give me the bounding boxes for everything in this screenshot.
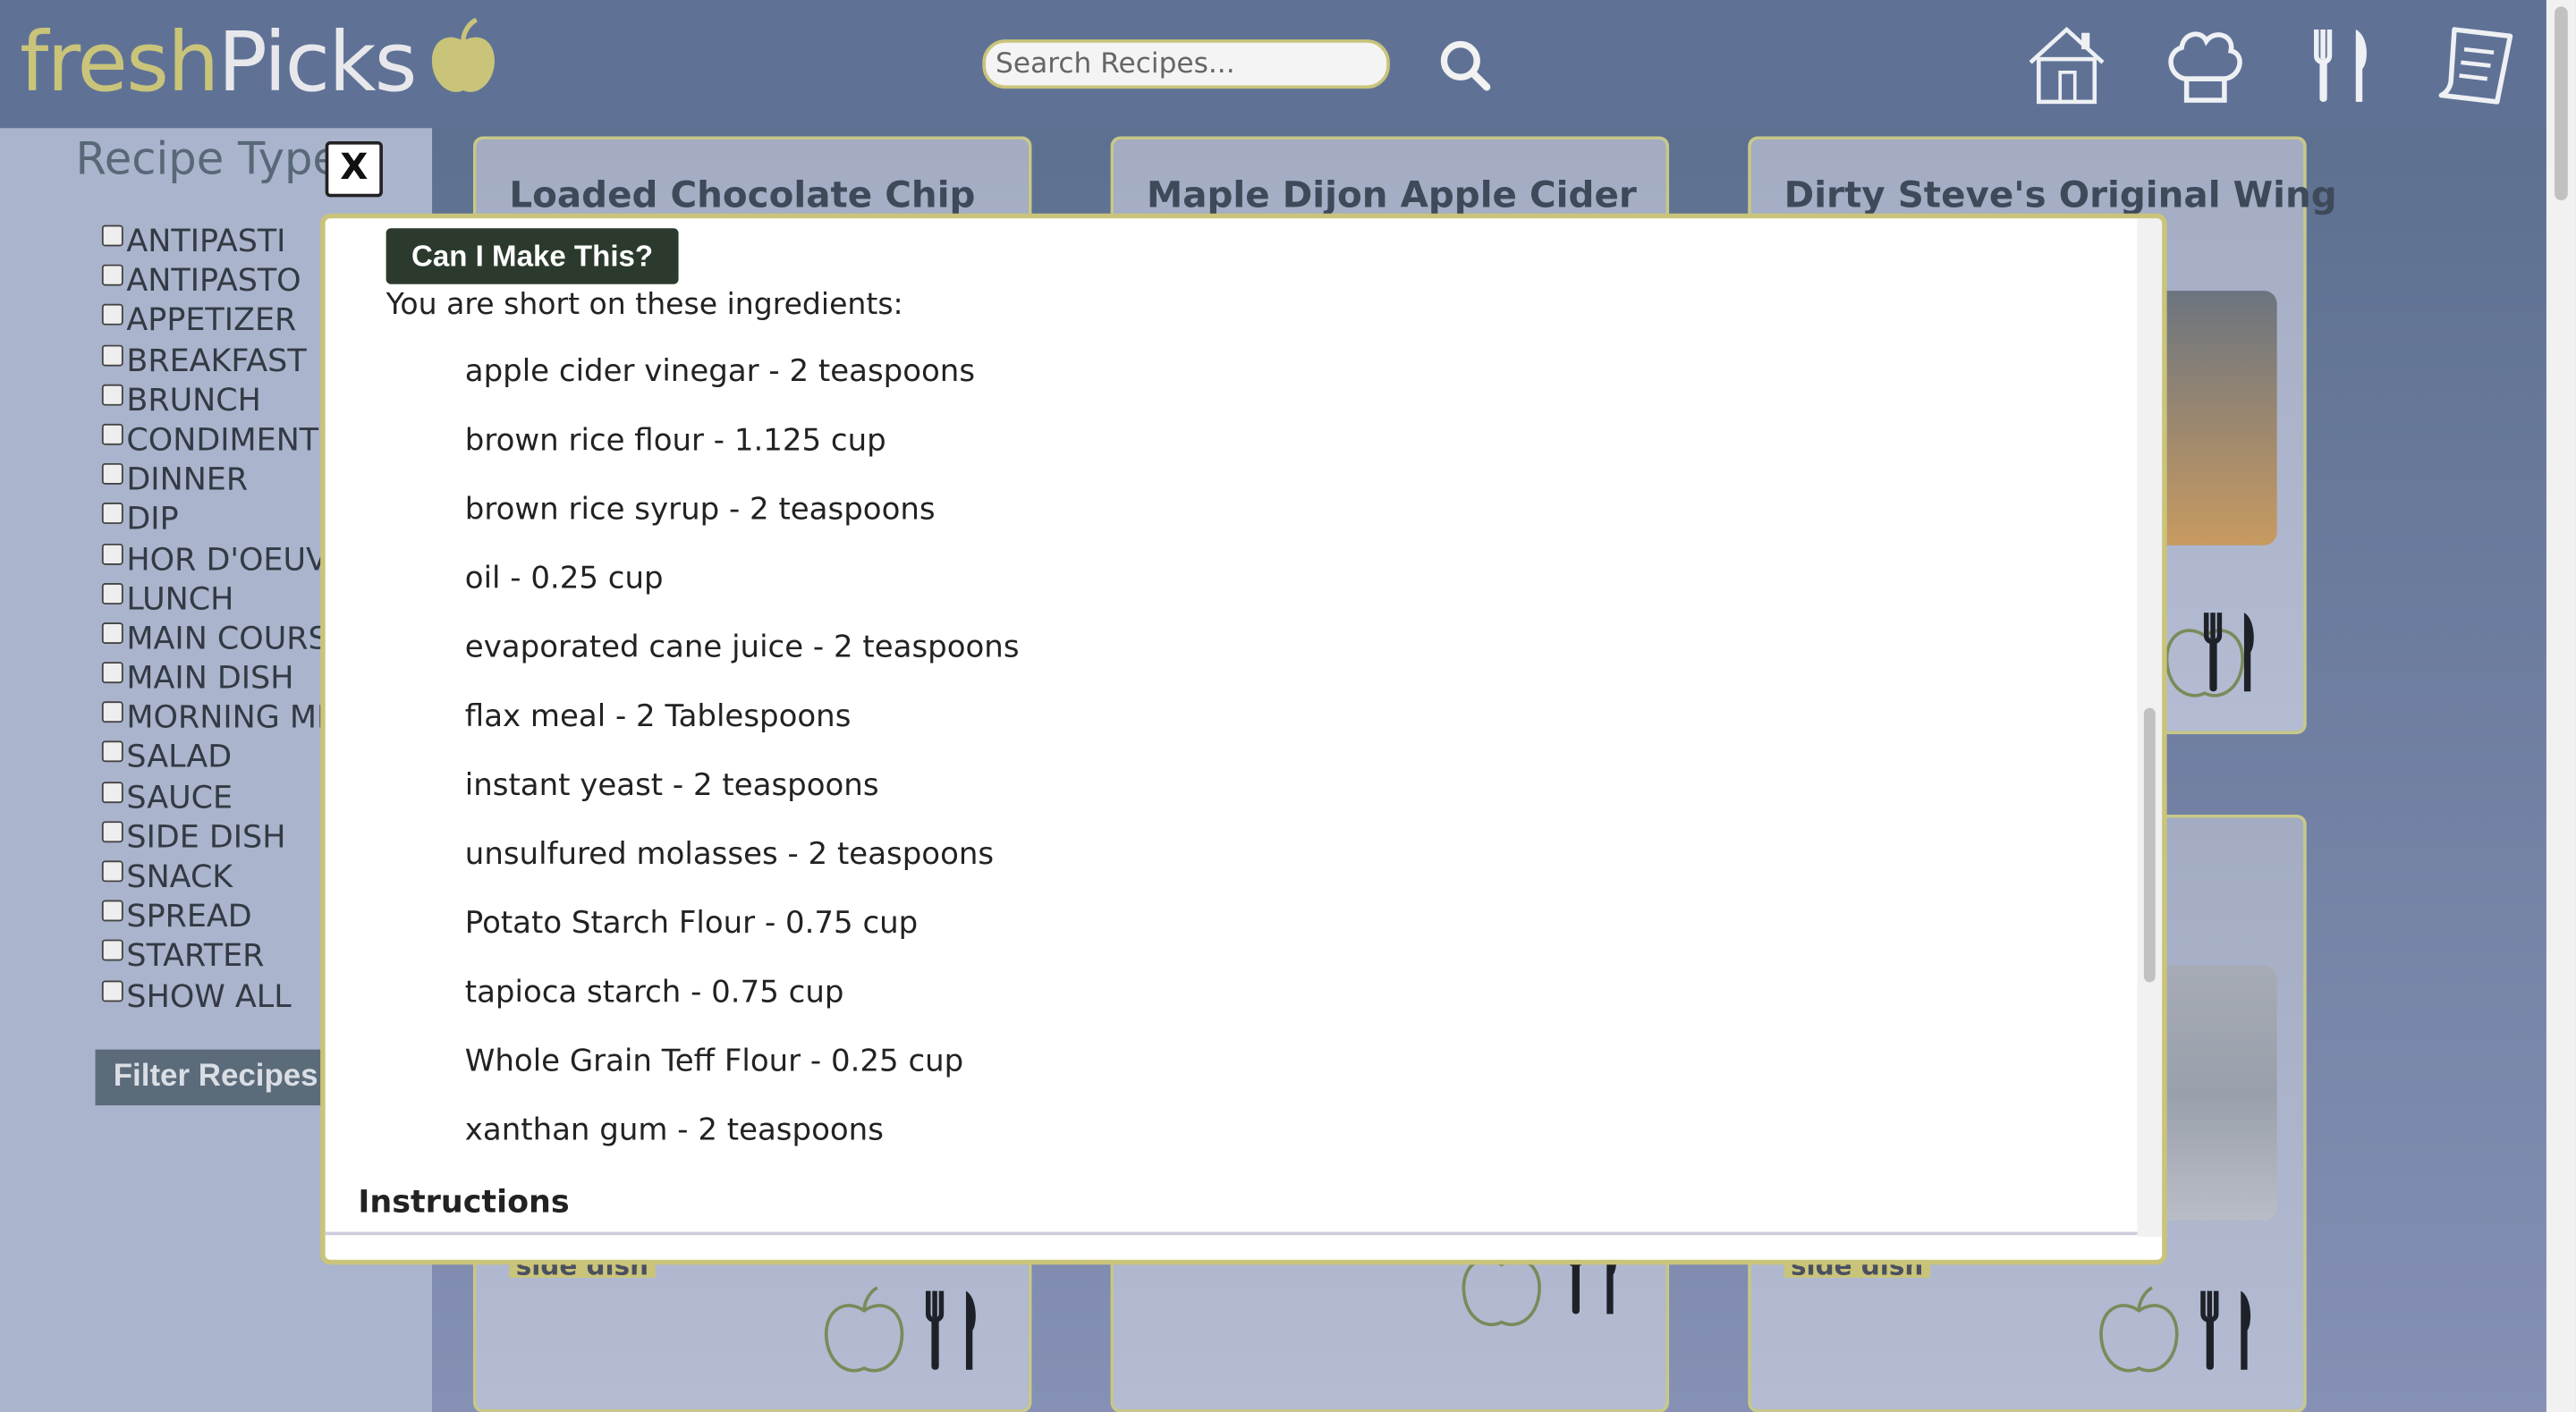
can-i-make-this-button[interactable]: Can I Make This? [386,228,679,284]
ingredient-item: Potato Starch Flour - 0.75 cup [464,906,919,942]
recipe-type-label: BREAKFAST [126,342,307,379]
divider [325,1231,2140,1236]
recipe-type-label: SAUCE [126,779,233,816]
close-modal-button[interactable]: X [325,140,383,198]
checkbox[interactable] [101,384,123,406]
page-scrollbar-thumb[interactable] [2555,6,2568,201]
recipe-type-label: MAIN COURSE [126,621,348,657]
checkbox[interactable] [101,662,123,684]
search-box [982,39,1390,89]
ingredient-item: tapioca starch - 0.75 cup [464,975,844,1010]
ingredient-item: evaporated cane juice - 2 teaspoons [464,630,1020,665]
checkbox[interactable] [101,621,123,644]
modal-content: Can I Make This? You are short on these … [325,218,2140,1237]
utensils-icon[interactable] [2297,20,2389,112]
checkbox[interactable] [101,582,123,605]
logo-fresh-text: fresh [20,14,219,111]
logo[interactable]: freshPicks [20,13,418,112]
ingredient-item: xanthan gum - 2 teaspoons [464,1113,884,1148]
filter-recipes-button[interactable]: Filter Recipes [95,1049,359,1106]
checkbox[interactable] [101,860,123,883]
sidebar-title: Recipe Type [75,134,340,186]
search-icon[interactable] [1436,36,1495,95]
ingredient-item: oil - 0.25 cup [464,562,664,596]
modal-scrollbar[interactable] [2137,218,2163,1238]
ingredient-item: flax meal - 2 Tablespoons [464,699,852,735]
checkbox[interactable] [101,701,123,723]
recipe-type-label: LUNCH [126,580,234,618]
ingredient-item: Whole Grain Teff Flour - 0.25 cup [464,1044,964,1079]
checkbox[interactable] [101,265,123,286]
can-i-make-this-modal: Can I Make This? You are short on these … [320,213,2167,1265]
checkbox[interactable] [101,781,123,803]
recipe-type-label: SALAD [126,740,233,776]
recipe-type-label: CONDIMENT [126,421,319,459]
recipe-card-title: Loaded Chocolate Chip [509,175,976,217]
checkbox[interactable] [101,543,123,564]
checkbox[interactable] [101,343,123,366]
search-input[interactable] [986,42,1387,86]
ingredient-item: brown rice flour - 1.125 cup [464,423,886,459]
header: freshPicks [0,0,2546,129]
page-scrollbar[interactable] [2546,0,2576,1412]
missing-ingredients-list: apple cider vinegar - 2 teaspoons brown … [465,353,1020,1181]
checkbox[interactable] [101,304,123,326]
chef-hat-icon[interactable] [2158,20,2250,112]
recipe-card-title: Dirty Steve's Original Wing [1784,175,2337,217]
recipe-type-label: ANTIPASTI [126,223,286,260]
recipe-type-label: DINNER [126,461,249,498]
recipe-list-icon[interactable] [2431,20,2523,112]
ingredient-item: instant yeast - 2 teaspoons [464,768,879,804]
recipe-type-label: APPETIZER [126,302,297,340]
recipe-type-label: SPREAD [126,899,252,935]
instructions-heading: Instructions [358,1184,570,1221]
recipe-type-label: ANTIPASTO [126,263,301,300]
short-ingredients-text: You are short on these ingredients: [386,287,903,322]
modal-scrollbar-thumb[interactable] [2143,707,2156,983]
checkbox[interactable] [101,423,123,445]
logo-picks-text: Picks [217,14,417,111]
recipe-card-title: Maple Dijon Apple Cider [1147,175,1637,217]
utensils-icon [2200,1290,2251,1370]
recipe-type-label: BRUNCH [126,382,261,419]
recipe-type-label: MAIN DISH [126,660,294,697]
utensils-icon [925,1290,976,1370]
checkbox[interactable] [101,940,123,962]
checkbox[interactable] [101,224,123,247]
ingredient-item: brown rice syrup - 2 teaspoons [464,493,936,528]
checkbox[interactable] [101,741,123,764]
apple-icon [2099,1286,2179,1373]
checkbox[interactable] [101,503,123,525]
page: freshPicks Search Recipes... Loaded Choc… [0,0,2576,1412]
home-icon[interactable] [2021,20,2113,112]
apple-logo-icon [431,18,495,92]
checkbox[interactable] [101,463,123,486]
ingredient-item: apple cider vinegar - 2 teaspoons [464,354,976,390]
checkbox[interactable] [101,900,123,922]
apple-icon [825,1286,904,1373]
recipe-type-label: SHOW ALL [126,977,292,1015]
recipe-type-label: SNACK [126,858,233,896]
recipe-type-label: DIP [126,501,179,538]
checkbox[interactable] [101,979,123,1002]
ingredient-item: unsulfured molasses - 2 teaspoons [464,837,995,873]
recipe-type-label: STARTER [126,938,265,975]
recipe-type-label: SIDE DISH [126,819,286,856]
utensils-icon [2203,613,2254,692]
checkbox[interactable] [101,821,123,842]
